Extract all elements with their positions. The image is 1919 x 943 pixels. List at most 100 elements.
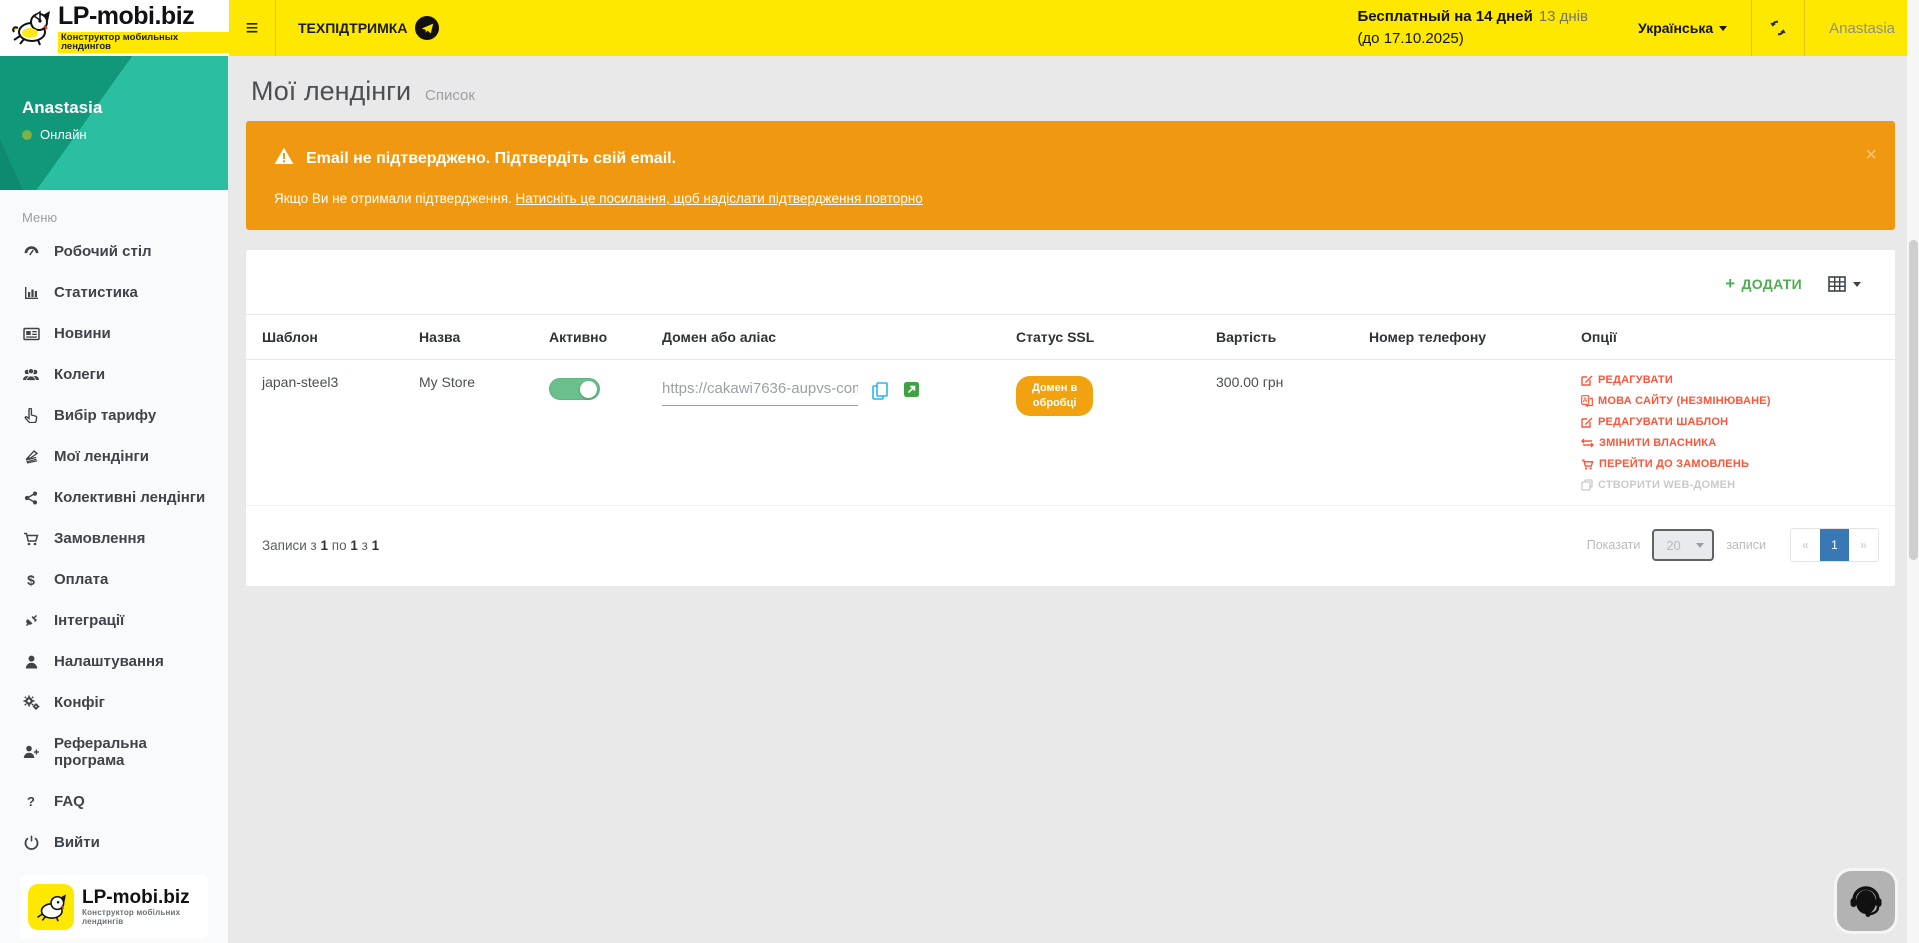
copy-icon [872,382,888,400]
brand-tagline: Конструктор мобільних лендингів [82,908,208,926]
svg-text:$: $ [27,572,35,588]
landings-card: + ДОДАТИ Шаблон Назва Активно Домен або … [246,250,1895,586]
language-label: Українська [1638,20,1713,36]
option-create-web-domain: СТВОРИТИ WEB-ДОМЕН [1581,479,1879,491]
user-plus-icon [22,744,40,760]
domain-input[interactable] [662,374,858,406]
support-label: ТЕХПІДТРИМКА [298,20,407,36]
page-subtitle: Список [425,87,475,104]
sidebar-item-payment[interactable]: $ Оплата [0,559,228,600]
question-icon: ? [22,794,40,810]
support-chat-button[interactable] [1837,871,1895,931]
option-go-to-orders[interactable]: ПЕРЕЙТИ ДО ЗАМОВЛЕНЬ [1581,458,1879,470]
sidebar: Anastasia Онлайн Меню Робочий стіл Стати… [0,56,229,943]
brand-name: LP-mobi.biz [58,4,229,29]
option-edit[interactable]: РЕДАГУВАТИ [1581,374,1879,386]
clone-icon [1581,479,1593,491]
cell-template: japan-steel3 [254,360,411,505]
sidebar-item-referral[interactable]: Реферальна програма [0,723,228,781]
brand-name: LP-mobi.biz [82,888,208,909]
resend-confirmation-link[interactable]: Натисніть це посилання, щоб надіслати пі… [516,191,923,206]
email-warning-banner: Email не підтверджено. Підтвердіть свій … [246,121,1895,230]
plus-icon: + [1725,274,1735,294]
sidebar-username: Anastasia [22,98,102,118]
sidebar-item-faq[interactable]: ? FAQ [0,781,228,822]
sidebar-item-my-landings[interactable]: Мої лендінги [0,436,228,477]
sidebar-item-config[interactable]: Конфіг [0,682,228,723]
sidebar-item-settings[interactable]: Налаштування [0,641,228,682]
column-settings-button[interactable] [1828,276,1861,292]
col-header-active: Активно [541,315,654,359]
pagination-prev: « [1791,529,1820,561]
open-site-button[interactable] [902,380,921,402]
sidebar-item-dashboard[interactable]: Робочий стіл [0,231,228,272]
cart-icon [1581,459,1594,470]
add-landing-button[interactable]: + ДОДАТИ [1725,274,1802,294]
option-change-owner[interactable]: ЗМІНИТИ ВЛАСНИКА [1581,437,1879,449]
sidebar-item-tariff[interactable]: Вибір тарифу [0,395,228,436]
brand-logo[interactable]: LP-mobi.biz Конструктор мобильных лендин… [0,0,229,56]
power-icon [22,835,40,851]
edit-icon [1581,374,1593,386]
cell-name: My Store [411,360,541,505]
refresh-icon [1769,19,1787,37]
banner-title: Email не підтверджено. Підтвердіть свій … [306,150,676,168]
exchange-icon [1581,438,1594,448]
online-status-dot [22,130,32,140]
cart-icon [22,531,40,547]
warning-icon [274,147,294,170]
pagination: « 1 » [1790,528,1879,562]
sidebar-item-collective-landings[interactable]: Колективні лендінги [0,477,228,518]
col-header-name: Назва [411,315,541,359]
language-selector[interactable]: Українська [1614,20,1751,36]
newspaper-icon [22,326,40,342]
pagination-next: » [1849,529,1878,561]
sidebar-item-colleagues[interactable]: Колеги [0,354,228,395]
users-icon [22,367,40,383]
trial-until: (до 17.10.2025) [1357,28,1588,51]
sidebar-item-logout[interactable]: Вийти [0,822,228,863]
sidebar-item-orders[interactable]: Замовлення [0,518,228,559]
sidebar-bottom-logo: LP-mobi.biz Конструктор мобільних лендин… [20,875,208,939]
col-header-phone: Номер телефону [1361,315,1573,359]
bar-chart-icon [22,285,40,301]
chevron-down-icon [1696,543,1704,548]
hamburger-menu-icon[interactable]: ≡ [229,0,275,56]
topbar-username[interactable]: Anastasia [1805,0,1919,56]
headset-icon [1848,882,1884,920]
share-icon [22,490,40,506]
trial-info: Бесплатный на 14 дней13 днів (до 17.10.2… [1357,6,1588,51]
scrollbar[interactable] [1907,0,1919,943]
svg-text:A: A [1583,397,1588,404]
dog-logo-icon [28,884,74,930]
sidebar-item-integrations[interactable]: Інтеграції [0,600,228,641]
grid-icon [1828,276,1846,292]
col-header-template: Шаблон [254,315,411,359]
support-button[interactable]: ТЕХПІДТРИМКА [276,16,461,40]
svg-text:?: ? [27,794,35,809]
sidebar-item-news[interactable]: Новини [0,313,228,354]
scrollbar-thumb[interactable] [1909,240,1918,560]
close-icon[interactable]: × [1865,145,1877,165]
trial-title: Бесплатный на 14 дней [1357,8,1532,25]
records-label: записи [1726,538,1766,552]
brand-tagline: Конструктор мобильных лендингов [58,32,229,53]
sidebar-user-panel: Anastasia Онлайн [0,56,228,190]
dashboard-icon [22,244,40,260]
col-header-options: Опції [1573,315,1887,359]
chevron-down-icon [1853,282,1861,287]
plug-icon [22,613,40,629]
option-edit-template[interactable]: РЕДАГУВАТИ ШАБЛОН [1581,416,1879,428]
sidebar-item-statistics[interactable]: Статистика [0,272,228,313]
menu-section-label: Меню [0,190,228,231]
pagination-page-1[interactable]: 1 [1820,529,1849,561]
page-size-select[interactable]: 20 [1652,529,1714,561]
chevron-down-icon [1719,26,1727,31]
ssl-status-badge: Домен вобробці [1016,376,1093,416]
refresh-button[interactable] [1752,0,1804,56]
copy-domain-button[interactable] [870,380,890,405]
online-status-label: Онлайн [40,127,87,142]
banner-text: Якщо Ви не отримали підтвердження. [274,191,516,206]
option-site-language[interactable]: A МОВА САЙТУ (НЕЗМІНЮВАНЕ) [1581,395,1879,407]
active-toggle[interactable] [549,378,600,400]
